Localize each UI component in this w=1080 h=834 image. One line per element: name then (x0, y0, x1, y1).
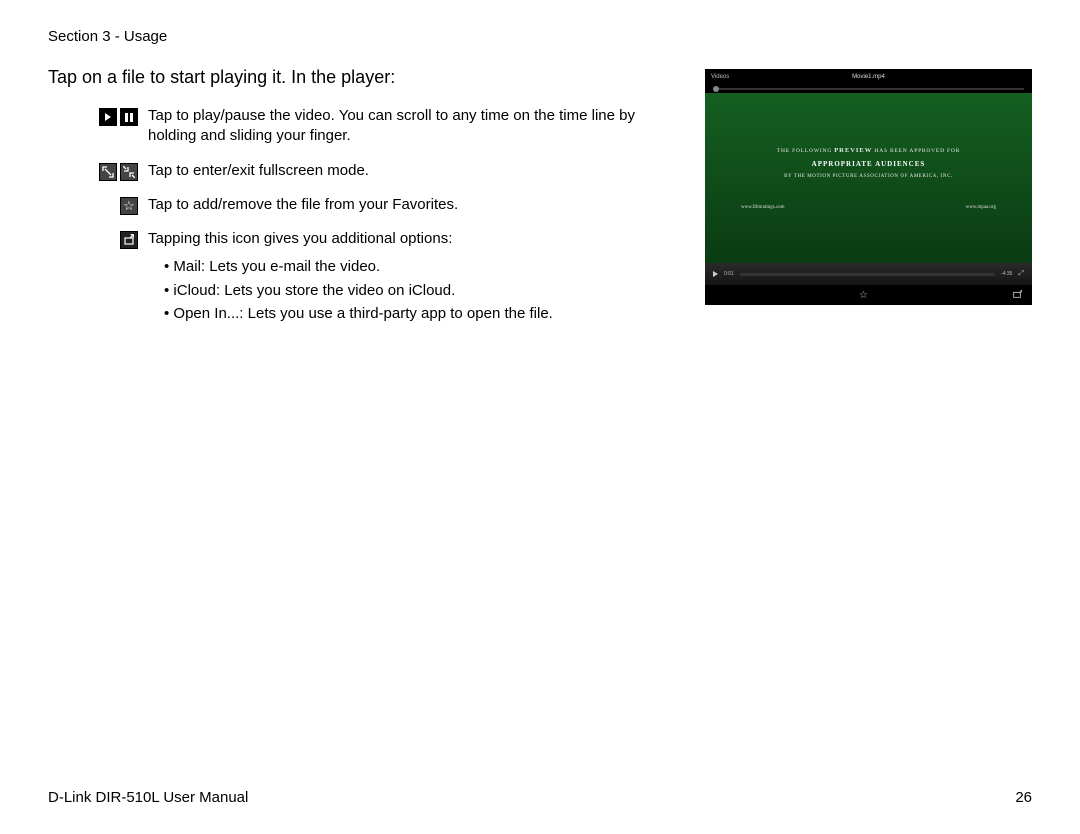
url-mpaa: www.mpaa.org (966, 205, 996, 210)
pause-icon (120, 108, 138, 126)
video-title: Movie1.mp4 (771, 74, 966, 80)
play-icon (99, 108, 117, 126)
desc-fullscreen: Tap to enter/exit fullscreen mode. (148, 161, 679, 181)
option-mail: • Mail: Lets you e-mail the video. (164, 255, 679, 278)
footer-manual-title: D-Link DIR-510L User Manual (48, 789, 248, 806)
url-filmratings: www.filmratings.com (741, 205, 785, 210)
back-label: Videos (711, 74, 771, 80)
intro-text: Tap on a file to start playing it. In th… (48, 67, 679, 88)
preview-line3: BY THE MOTION PICTURE ASSOCIATION OF AME… (784, 174, 953, 179)
progress-track (740, 273, 995, 276)
video-player-screenshot: Videos Movie1.mp4 THE FOLLOWING PREVIEW … (705, 69, 1032, 305)
page-number: 26 (1015, 789, 1032, 806)
preview-line1: THE FOLLOWING PREVIEW HAS BEEN APPROVED … (777, 147, 960, 154)
desc-play-pause: Tap to play/pause the video. You can scr… (148, 106, 679, 147)
time-elapsed: 0:01 (724, 271, 734, 277)
time-remaining: -4:35 (1001, 271, 1012, 277)
desc-share: Tapping this icon gives you additional o… (148, 229, 679, 325)
option-icloud: • iCloud: Lets you store the video on iC… (164, 279, 679, 302)
player-play-icon (713, 271, 718, 277)
enter-fullscreen-icon (99, 163, 117, 181)
option-open-in: • Open In...: Lets you use a third-party… (164, 302, 679, 325)
player-share-icon (1012, 289, 1022, 302)
desc-favorites: Tap to add/remove the file from your Fav… (148, 195, 679, 215)
exit-fullscreen-icon (120, 163, 138, 181)
favorite-star-icon: ☆ (120, 197, 138, 215)
section-header: Section 3 - Usage (48, 28, 1032, 45)
player-star-icon: ☆ (715, 290, 1012, 301)
preview-line2: APPROPRIATE AUDIENCES (812, 160, 926, 168)
share-icon (120, 231, 138, 249)
player-fullscreen-icon: ⤢ (1018, 270, 1024, 278)
